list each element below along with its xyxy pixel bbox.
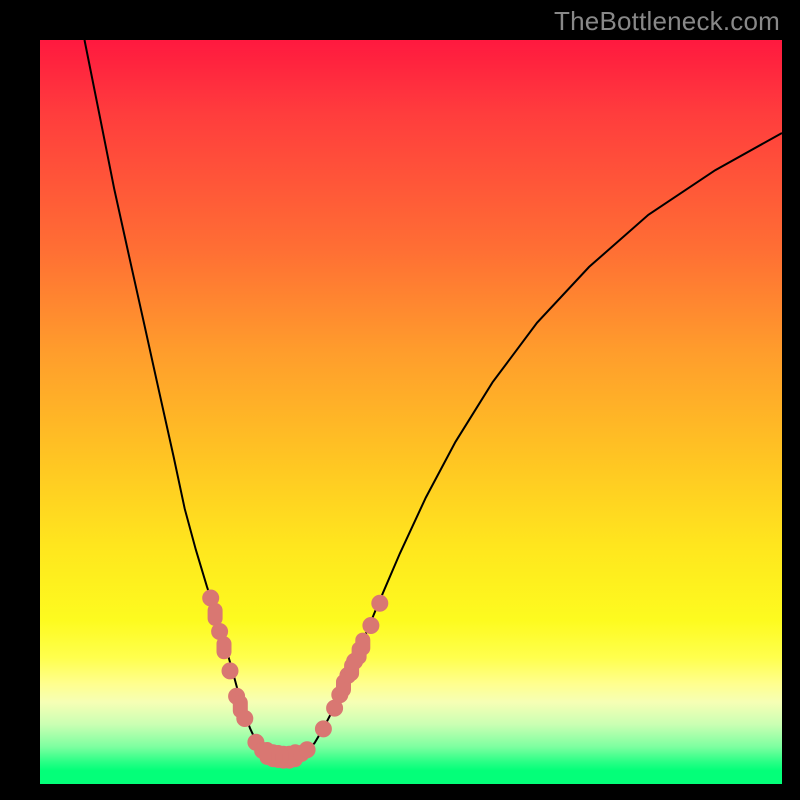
bottleneck-curve (85, 40, 783, 757)
marker-lozenge (208, 603, 222, 625)
bottleneck-curve-path (85, 40, 783, 757)
marker-dot (372, 595, 388, 611)
marker-lozenge (217, 637, 231, 659)
marker-lozenge (356, 633, 370, 655)
marker-dot (222, 663, 238, 679)
marker-dot (363, 618, 379, 634)
chart-canvas: TheBottleneck.com (0, 0, 800, 800)
curve-overlay (0, 0, 800, 800)
marker-dot (237, 711, 253, 727)
marker-dot (299, 742, 315, 758)
marker-cluster (203, 590, 388, 768)
marker-dot (315, 721, 331, 737)
